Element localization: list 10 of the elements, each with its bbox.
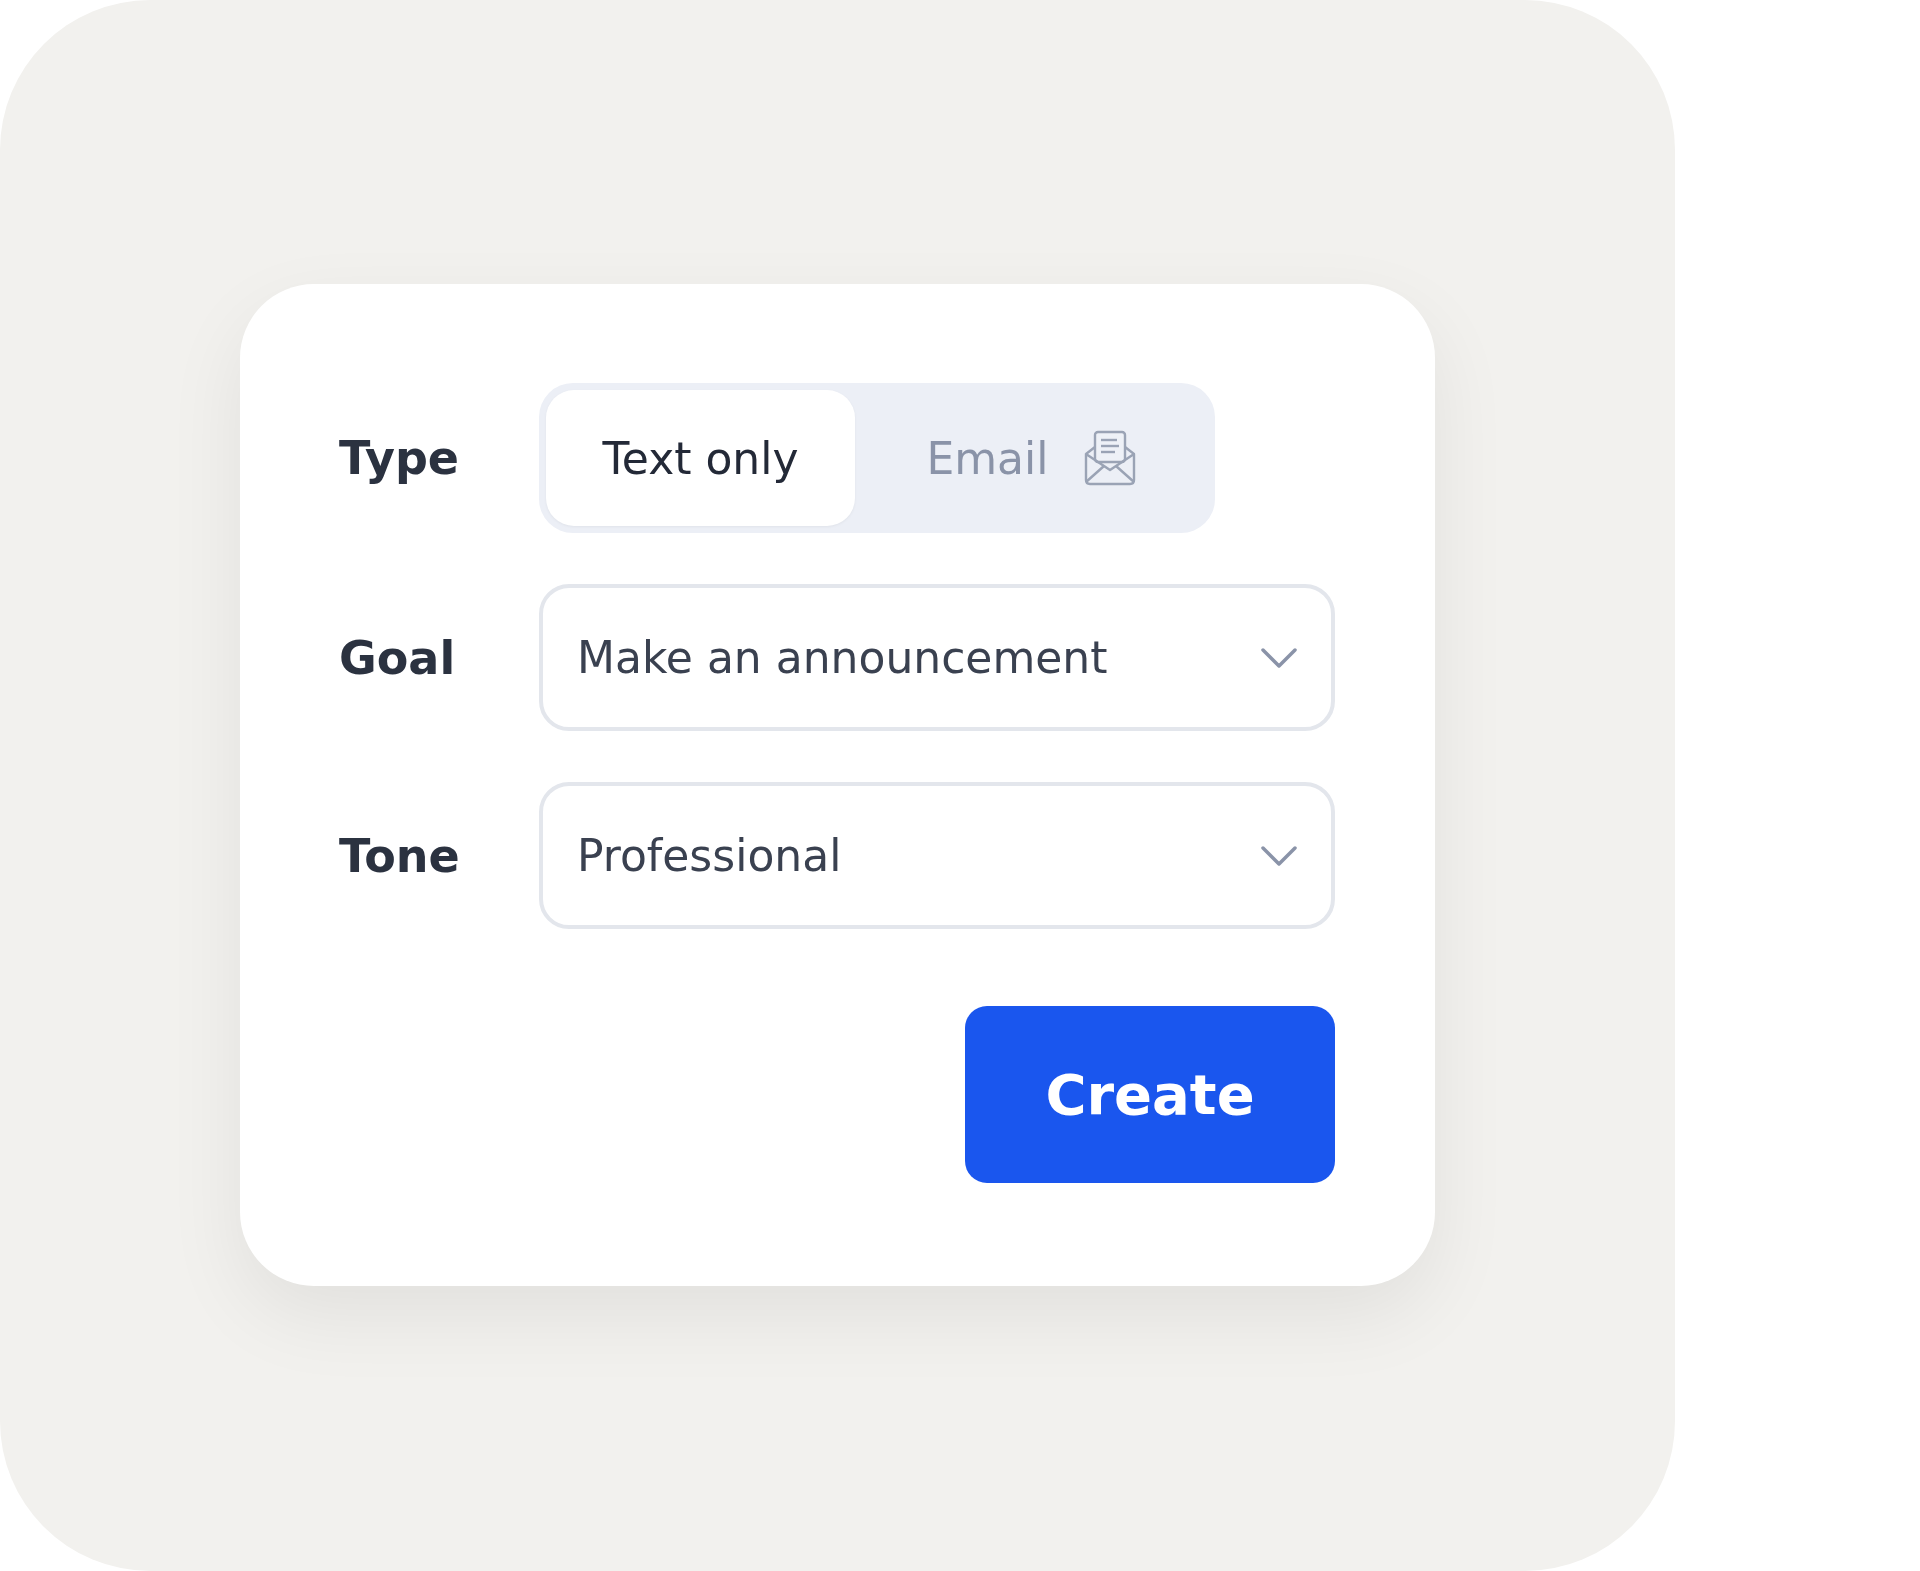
envelope-icon	[1082, 430, 1137, 486]
type-option[interactable]: Text only	[546, 390, 855, 526]
field-label: Type	[339, 431, 461, 485]
goal-dropdown[interactable]: Make an announcement	[539, 584, 1335, 731]
field-label: Tone	[339, 828, 461, 883]
chevron-down-icon	[1261, 646, 1297, 669]
field-label: Goal	[339, 630, 457, 685]
chevron-down-icon	[1261, 844, 1297, 867]
tone-dropdown[interactable]: Professional	[539, 782, 1335, 929]
create-button[interactable]: Create	[965, 1006, 1335, 1183]
